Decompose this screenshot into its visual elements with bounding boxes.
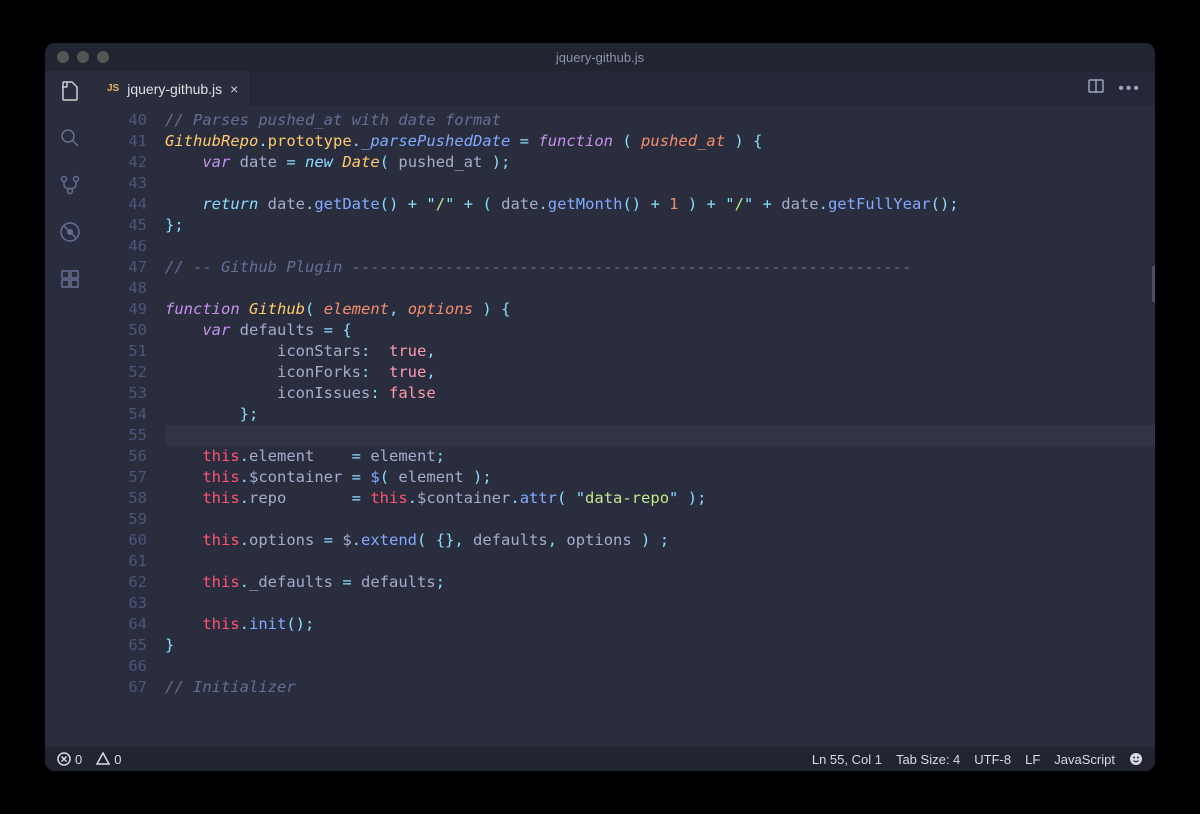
editor-window: jquery-github.js JS jquery-github.js × <box>45 43 1155 771</box>
code-line[interactable]: // -- Github Plugin --------------------… <box>165 257 1155 278</box>
code-line[interactable] <box>165 173 1155 194</box>
code-line[interactable]: } <box>165 635 1155 656</box>
source-control-icon[interactable] <box>58 173 82 202</box>
close-tab-icon[interactable]: × <box>230 81 238 97</box>
code-line[interactable]: function Github( element, options ) { <box>165 299 1155 320</box>
code-line[interactable]: this._defaults = defaults; <box>165 572 1155 593</box>
tab-filename: jquery-github.js <box>127 81 222 97</box>
more-actions-icon[interactable]: ••• <box>1118 80 1141 98</box>
code-line[interactable] <box>165 236 1155 257</box>
code-editor[interactable]: 4041424344454647484950515253545556575859… <box>95 106 1155 747</box>
code-line[interactable]: // Parses pushed_at with date format <box>165 110 1155 131</box>
code-line[interactable]: iconIssues: false <box>165 383 1155 404</box>
code-line[interactable]: var defaults = { <box>165 320 1155 341</box>
line-number-gutter: 4041424344454647484950515253545556575859… <box>95 106 165 747</box>
code-content[interactable]: // Parses pushed_at with date formatGith… <box>165 106 1155 747</box>
status-eol[interactable]: LF <box>1025 752 1040 767</box>
code-line[interactable] <box>165 551 1155 572</box>
status-cursor-position[interactable]: Ln 55, Col 1 <box>812 752 882 767</box>
debug-icon[interactable] <box>58 220 82 249</box>
activity-bar <box>45 71 95 747</box>
status-encoding[interactable]: UTF-8 <box>974 752 1011 767</box>
status-feedback-icon[interactable] <box>1129 752 1143 766</box>
window-controls <box>57 51 109 63</box>
titlebar: jquery-github.js <box>45 43 1155 71</box>
code-line[interactable] <box>165 509 1155 530</box>
tab-jquery-github[interactable]: JS jquery-github.js × <box>95 71 251 106</box>
close-window-button[interactable] <box>57 51 69 63</box>
code-line[interactable]: var date = new Date( pushed_at ); <box>165 152 1155 173</box>
explorer-icon[interactable] <box>58 79 82 108</box>
code-line[interactable] <box>165 593 1155 614</box>
code-line[interactable]: // Initializer <box>165 677 1155 698</box>
code-line[interactable]: GithubRepo.prototype._parsePushedDate = … <box>165 131 1155 152</box>
code-line[interactable]: iconForks: true, <box>165 362 1155 383</box>
code-line[interactable] <box>165 278 1155 299</box>
minimize-window-button[interactable] <box>77 51 89 63</box>
code-line[interactable]: this.repo = this.$container.attr( "data-… <box>165 488 1155 509</box>
code-line[interactable] <box>165 656 1155 677</box>
code-line[interactable] <box>165 425 1155 446</box>
code-line[interactable]: this.init(); <box>165 614 1155 635</box>
status-language[interactable]: JavaScript <box>1054 752 1115 767</box>
window-title: jquery-github.js <box>556 50 644 65</box>
status-warnings[interactable]: 0 <box>96 752 121 767</box>
search-icon[interactable] <box>58 126 82 155</box>
status-errors[interactable]: 0 <box>57 752 82 767</box>
code-line[interactable]: return date.getDate() + "/" + ( date.get… <box>165 194 1155 215</box>
tab-bar: JS jquery-github.js × ••• <box>95 71 1155 106</box>
maximize-window-button[interactable] <box>97 51 109 63</box>
code-line[interactable]: }; <box>165 215 1155 236</box>
code-line[interactable]: }; <box>165 404 1155 425</box>
code-line[interactable]: this.options = $.extend( {}, defaults, o… <box>165 530 1155 551</box>
status-bar: 0 0 Ln 55, Col 1 Tab Size: 4 UTF-8 LF Ja… <box>45 747 1155 771</box>
split-editor-icon[interactable] <box>1088 78 1104 99</box>
extensions-icon[interactable] <box>58 267 82 296</box>
code-line[interactable]: this.element = element; <box>165 446 1155 467</box>
file-type-badge: JS <box>107 83 119 94</box>
status-tab-size[interactable]: Tab Size: 4 <box>896 752 960 767</box>
minimap-scrollbar[interactable] <box>1152 266 1155 302</box>
code-line[interactable]: iconStars: true, <box>165 341 1155 362</box>
code-line[interactable]: this.$container = $( element ); <box>165 467 1155 488</box>
